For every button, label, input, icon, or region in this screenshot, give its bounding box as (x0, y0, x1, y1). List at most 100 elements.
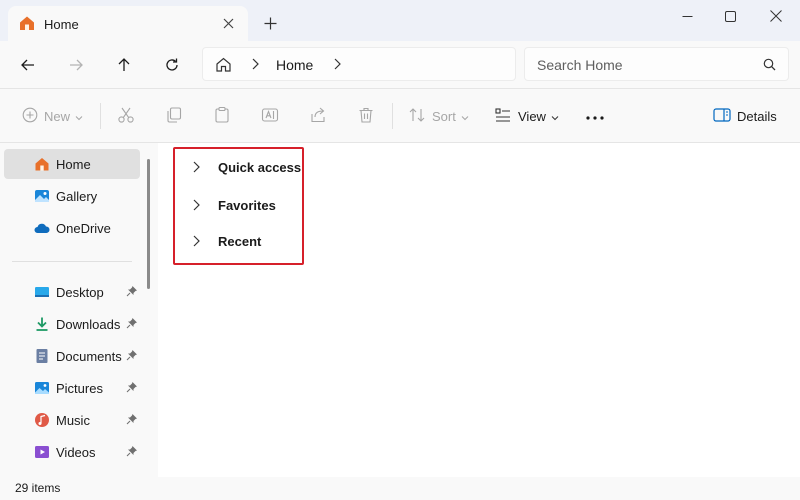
address-bar[interactable]: Home (202, 47, 516, 81)
search-icon[interactable] (763, 58, 776, 74)
details-pane-icon (713, 107, 731, 126)
new-button[interactable]: New (22, 106, 83, 126)
up-button[interactable] (112, 53, 136, 77)
rename-button[interactable] (261, 106, 279, 126)
minimize-button[interactable] (677, 6, 697, 26)
paste-icon (213, 106, 231, 127)
sidebar-item-label: Pictures (56, 380, 103, 396)
sidebar-item-label: Music (56, 412, 90, 428)
sidebar-item-music[interactable]: Music (4, 405, 140, 435)
address-row: Home (0, 41, 800, 88)
sidebar-divider (12, 261, 132, 262)
sidebar-item-label: OneDrive (56, 220, 111, 236)
breadcrumb-home[interactable]: Home (276, 57, 313, 73)
more-icon (585, 109, 605, 124)
cut-icon (117, 106, 135, 127)
pin-icon[interactable] (126, 445, 138, 460)
pin-icon[interactable] (126, 285, 138, 300)
videos-icon (34, 444, 50, 460)
chevron-right-icon[interactable] (249, 57, 261, 74)
sidebar-scrollbar[interactable] (147, 159, 150, 289)
sidebar-item-onedrive[interactable]: OneDrive (4, 213, 140, 243)
toolbar-divider (100, 103, 101, 129)
new-tab-button[interactable] (261, 14, 279, 32)
chevron-right-icon[interactable] (331, 57, 343, 74)
sort-label: Sort (432, 108, 456, 124)
sidebar-item-documents[interactable]: Documents (4, 341, 140, 371)
section-quick-access[interactable]: Quick access (188, 153, 348, 181)
forward-button[interactable] (64, 53, 88, 77)
sort-icon (408, 106, 426, 127)
section-label: Recent (218, 233, 262, 249)
chevron-right-icon[interactable] (188, 159, 204, 175)
more-options-button[interactable] (585, 106, 605, 126)
sidebar-item-label: Downloads (56, 316, 121, 332)
downloads-icon (34, 316, 50, 332)
details-pane-button[interactable]: Details (713, 106, 777, 126)
pin-icon[interactable] (126, 317, 138, 332)
sidebar-item-downloads[interactable]: Downloads (4, 309, 140, 339)
command-bar: New Sort View Details (0, 88, 800, 143)
title-bar: Home (0, 0, 800, 42)
gallery-icon (34, 188, 50, 204)
sort-button[interactable]: Sort (408, 106, 469, 126)
search-input[interactable] (537, 55, 737, 75)
sidebar-item-label: Videos (56, 444, 96, 460)
close-window-button[interactable] (766, 6, 786, 26)
maximize-button[interactable] (720, 6, 740, 26)
pin-icon[interactable] (126, 381, 138, 396)
content-area: Quick access Favorites Recent (158, 143, 800, 477)
share-button[interactable] (309, 106, 327, 126)
chevron-right-icon[interactable] (188, 233, 204, 249)
home-icon (34, 156, 50, 172)
toolbar-divider (392, 103, 393, 129)
tab-home[interactable]: Home (8, 6, 248, 42)
sidebar-item-gallery[interactable]: Gallery (4, 181, 140, 211)
sidebar-item-label: Home (56, 156, 91, 172)
paste-button[interactable] (213, 106, 231, 126)
pin-icon[interactable] (126, 413, 138, 428)
copy-button[interactable] (165, 106, 183, 126)
chevron-down-icon (75, 109, 83, 124)
music-icon (34, 412, 50, 428)
close-tab-icon[interactable] (220, 15, 236, 31)
sidebar-item-desktop[interactable]: Desktop (4, 277, 140, 307)
section-recent[interactable]: Recent (188, 227, 348, 255)
share-icon (309, 106, 327, 127)
sidebar-item-pictures[interactable]: Pictures (4, 373, 140, 403)
view-label: View (518, 108, 546, 124)
search-box[interactable] (524, 47, 789, 81)
chevron-right-icon[interactable] (188, 197, 204, 213)
back-button[interactable] (16, 53, 40, 77)
view-button[interactable]: View (494, 106, 559, 126)
sidebar-item-label: Documents (56, 348, 122, 364)
status-bar: 29 items (0, 477, 800, 500)
cut-button[interactable] (117, 106, 135, 126)
chevron-down-icon (551, 109, 559, 124)
home-outline-icon[interactable] (215, 56, 232, 76)
chevron-down-icon (461, 109, 469, 124)
sidebar-item-home[interactable]: Home (4, 149, 140, 179)
section-label: Favorites (218, 197, 276, 213)
copy-icon (165, 106, 183, 127)
new-label: New (44, 108, 71, 124)
plus-circle-icon (22, 107, 38, 126)
tab-title: Home (44, 16, 79, 32)
desktop-icon (34, 284, 50, 300)
sidebar-item-label: Gallery (56, 188, 98, 204)
documents-icon (34, 348, 50, 364)
sidebar-item-videos[interactable]: Videos (4, 437, 140, 467)
pin-icon[interactable] (126, 349, 138, 364)
section-label: Quick access (218, 159, 302, 175)
view-icon (494, 106, 512, 127)
delete-button[interactable] (357, 106, 375, 126)
details-label: Details (737, 108, 777, 124)
pictures-icon (34, 380, 50, 396)
refresh-button[interactable] (160, 53, 184, 77)
rename-icon (261, 106, 279, 127)
navigation-pane: Home Gallery OneDrive Desktop Downloads (0, 143, 158, 477)
section-favorites[interactable]: Favorites (188, 191, 348, 219)
home-icon (18, 14, 36, 35)
sidebar-item-label: Desktop (56, 284, 104, 300)
delete-icon (357, 106, 375, 127)
